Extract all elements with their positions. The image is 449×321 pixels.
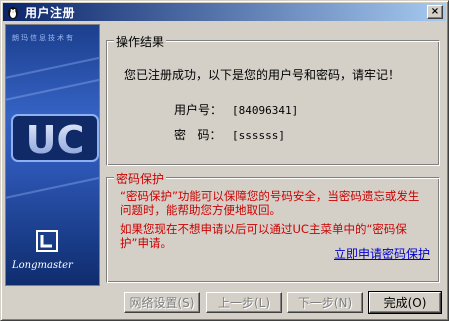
result-group-title: 操作结果 — [114, 33, 167, 50]
uc-logo: UC — [11, 114, 99, 162]
user-number-row: 用户号： [84096341] — [174, 101, 298, 118]
uc-logo-text: UC — [26, 118, 85, 162]
side-banner-image: 朗玛信息技术有 UC Longmaster — [5, 24, 100, 286]
password-value[interactable]: [ssssss] — [232, 129, 285, 142]
registration-dialog: 用户注册 × 朗玛信息技术有 UC Longmaster 操作结果 您已注册成功… — [0, 0, 449, 321]
password-row: 密 码： [ssssss] — [174, 126, 285, 143]
protection-description: “密码保护”功能可以保障您的号码安全，当密码遗忘或发生问题时，能帮助您方便地取回… — [120, 189, 420, 217]
window-title: 用户注册 — [25, 5, 76, 20]
banner-streak — [6, 51, 99, 81]
protection-group-title: 密码保护 — [114, 170, 167, 187]
password-label: 密 码： — [174, 128, 222, 142]
banner-streak — [6, 171, 99, 201]
next-button[interactable]: 下一步(N) — [287, 292, 363, 313]
network-settings-button[interactable]: 网络设置(S) — [124, 292, 200, 313]
success-message: 您已注册成功，以下是您的用户号和密码，请牢记！ — [124, 68, 401, 82]
brand-name: Longmaster — [12, 260, 73, 271]
banner-streak — [6, 73, 99, 103]
previous-button[interactable]: 上一步(L) — [206, 292, 282, 313]
result-group: 操作结果 您已注册成功，以下是您的用户号和密码，请牢记！ 用户号： [840963… — [106, 33, 440, 166]
apply-protection-link[interactable]: 立即申请密码保护 — [334, 245, 430, 262]
password-protection-group: 密码保护 “密码保护”功能可以保障您的号码安全，当密码遗忘或发生问题时，能帮助您… — [106, 170, 440, 283]
banner-header-text: 朗玛信息技术有 — [12, 34, 75, 42]
close-button[interactable]: × — [427, 5, 443, 19]
finish-button[interactable]: 完成(O) — [368, 291, 442, 314]
user-number-value[interactable]: [84096341] — [232, 104, 298, 117]
penguin-app-icon — [5, 4, 21, 20]
longmaster-mark-icon — [36, 230, 58, 252]
user-number-label: 用户号： — [174, 103, 223, 117]
title-bar[interactable]: 用户注册 × — [3, 3, 446, 21]
close-icon: × — [430, 6, 440, 17]
